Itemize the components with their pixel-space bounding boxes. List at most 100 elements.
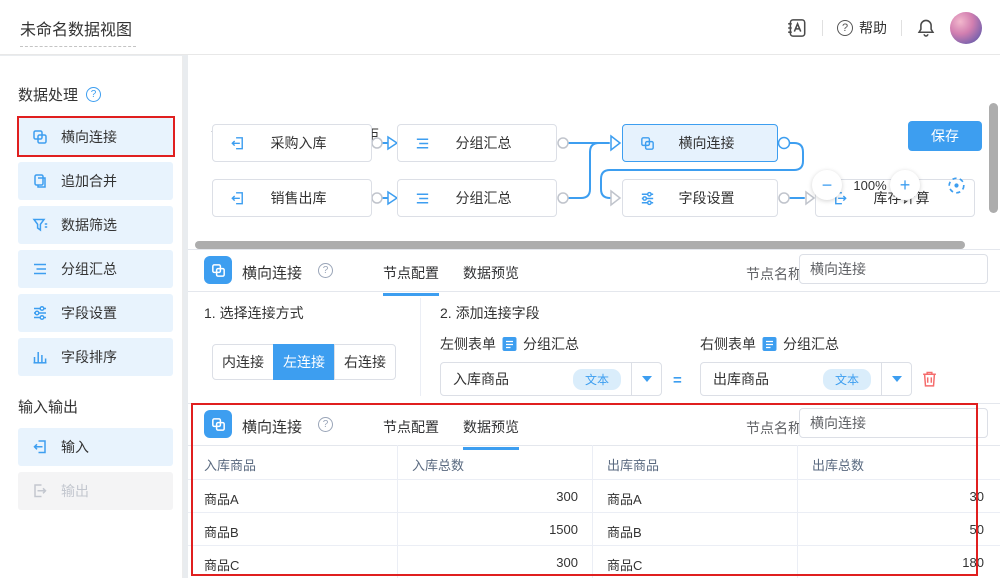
- sidebar-item-input[interactable]: 输入: [18, 428, 173, 466]
- table-cell: 30: [802, 489, 984, 504]
- tab-data-preview[interactable]: 数据预览: [463, 263, 519, 293]
- table-border: [797, 445, 798, 578]
- table-border: [188, 512, 1000, 513]
- top-bar: 未命名数据视图 ? 帮助: [0, 0, 1000, 55]
- group-summary-icon: [414, 135, 431, 152]
- left-form-row: 左侧表单 分组汇总: [440, 334, 579, 354]
- help-circle-icon[interactable]: ?: [318, 417, 333, 432]
- flow-node-group-summary-2[interactable]: 分组汇总: [397, 179, 557, 217]
- table-cell: 商品C: [204, 555, 239, 574]
- table-cell: 50: [802, 522, 984, 537]
- dropdown-caret[interactable]: [631, 363, 661, 395]
- right-field-value: 出库商品: [701, 369, 823, 389]
- horizontal-join-icon: [31, 128, 49, 146]
- node-name-input[interactable]: [799, 254, 988, 284]
- flow-node-purchase-in[interactable]: 采购入库: [212, 124, 372, 162]
- locate-center-icon[interactable]: [944, 173, 969, 198]
- page-title[interactable]: 未命名数据视图: [20, 16, 136, 47]
- horizontal-join-badge-icon: [204, 410, 232, 438]
- table-header: 出库商品: [607, 455, 659, 474]
- flow-node-group-summary-1[interactable]: 分组汇总: [397, 124, 557, 162]
- horizontal-join-icon: [639, 135, 656, 152]
- table-cell: 商品A: [607, 489, 642, 508]
- table-border: [188, 545, 1000, 546]
- table-cell: 商品A: [204, 489, 239, 508]
- right-field-dropdown[interactable]: 出库商品 文本: [700, 362, 912, 396]
- tab-node-config[interactable]: 节点配置: [383, 417, 439, 447]
- join-right-button[interactable]: 右连接: [334, 344, 396, 380]
- table-cell: 商品B: [204, 522, 239, 541]
- table-cell: 180: [802, 555, 984, 570]
- join-left-button[interactable]: 左连接: [273, 344, 335, 380]
- divider: [420, 298, 421, 396]
- sidebar-item-field-settings[interactable]: 字段设置: [18, 294, 173, 332]
- help-circle-icon[interactable]: ?: [318, 263, 333, 278]
- delete-field-icon[interactable]: [921, 370, 938, 388]
- filter-icon: [31, 216, 49, 234]
- question-icon: ?: [837, 20, 853, 36]
- vertical-scrollbar[interactable]: [989, 103, 998, 213]
- table-cell: 1500: [402, 522, 578, 537]
- append-merge-icon: [31, 172, 49, 190]
- field-type-badge: 文本: [573, 369, 621, 390]
- table-border: [188, 479, 1000, 480]
- input-icon: [229, 190, 246, 207]
- sidebar-item-field-sort[interactable]: 字段排序: [18, 338, 173, 376]
- table-header: 入库商品: [204, 455, 256, 474]
- sidebar-item-output: 输出: [18, 472, 173, 510]
- dropdown-caret[interactable]: [881, 363, 911, 395]
- form-doc-icon: [762, 336, 777, 352]
- bell-icon[interactable]: [916, 18, 936, 38]
- field-sort-icon: [31, 348, 49, 366]
- table-border: [397, 445, 398, 578]
- help-circle-icon[interactable]: ?: [86, 87, 101, 102]
- input-icon: [31, 438, 49, 456]
- field-type-badge: 文本: [823, 369, 871, 390]
- join-inner-button[interactable]: 内连接: [212, 344, 274, 380]
- sidebar-section-data-processing: 数据处理 ?: [18, 84, 101, 105]
- help-button[interactable]: ? 帮助: [837, 18, 887, 38]
- table-cell: 300: [402, 489, 578, 504]
- divider: [188, 445, 1000, 446]
- table-border: [592, 445, 593, 578]
- table-header: 入库总数: [412, 455, 464, 474]
- sidebar: 数据处理 ? 横向连接 追加合并 数据筛选 分组汇总 字段设置: [0, 56, 183, 578]
- field-settings-icon: [639, 190, 656, 207]
- id-card-icon[interactable]: [786, 17, 808, 39]
- sidebar-item-group-summary[interactable]: 分组汇总: [18, 250, 173, 288]
- divider: [901, 20, 902, 36]
- table-header: 出库总数: [812, 455, 864, 474]
- zoom-out-button[interactable]: −: [812, 170, 842, 200]
- flow-node-field-settings[interactable]: 字段设置: [622, 179, 778, 217]
- right-form-row: 右侧表单 分组汇总: [700, 334, 839, 354]
- avatar[interactable]: [950, 12, 982, 44]
- divider: [188, 291, 1000, 292]
- table-cell: 商品B: [607, 522, 642, 541]
- step2-title: 2. 添加连接字段: [440, 303, 540, 323]
- sidebar-item-append-merge[interactable]: 追加合并: [18, 162, 173, 200]
- form-doc-icon: [502, 336, 517, 352]
- panel-title: 横向连接: [242, 262, 302, 283]
- left-field-dropdown[interactable]: 入库商品 文本: [440, 362, 662, 396]
- zoom-in-button[interactable]: +: [890, 170, 920, 200]
- zoom-level: 100%: [844, 178, 896, 193]
- flow-node-horizontal-join[interactable]: 横向连接: [622, 124, 778, 162]
- panel-title: 横向连接: [242, 416, 302, 437]
- horizontal-scrollbar[interactable]: [195, 241, 965, 249]
- join-type-selector: 内连接 左连接 右连接: [212, 344, 396, 380]
- divider: [188, 403, 1000, 404]
- table-cell: 商品C: [607, 555, 642, 574]
- flow-node-sales-out[interactable]: 销售出库: [212, 179, 372, 217]
- equals-sign: =: [673, 372, 682, 389]
- output-icon: [31, 482, 49, 500]
- group-summary-icon: [31, 260, 49, 278]
- node-name-input[interactable]: [799, 408, 988, 438]
- sidebar-item-horizontal-join[interactable]: 横向连接: [18, 118, 173, 156]
- sidebar-item-data-filter[interactable]: 数据筛选: [18, 206, 173, 244]
- main-panel: 水平等距 垂直等距 保存: [188, 55, 1000, 578]
- help-label: 帮助: [859, 18, 887, 38]
- divider: [188, 249, 1000, 250]
- table-cell: 300: [402, 555, 578, 570]
- left-field-value: 入库商品: [441, 369, 573, 389]
- input-icon: [229, 135, 246, 152]
